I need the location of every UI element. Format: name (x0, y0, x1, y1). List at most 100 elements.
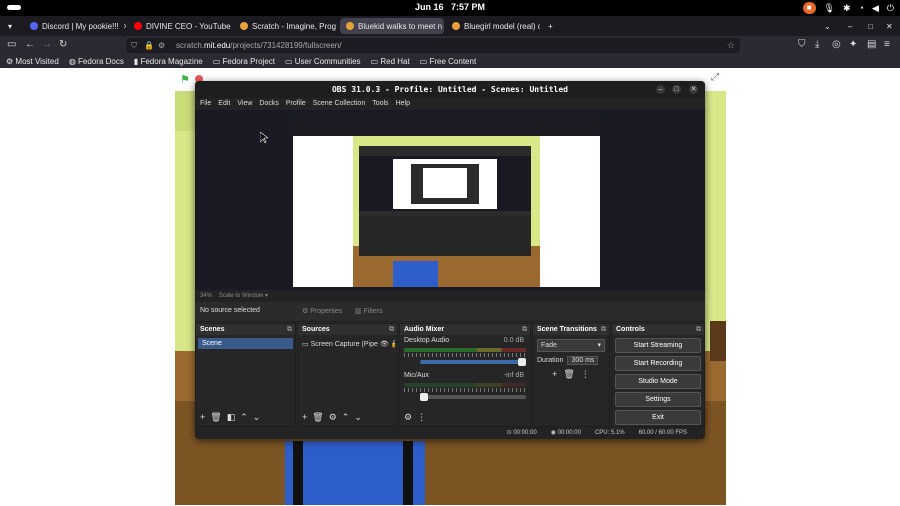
bookmark-most-visited[interactable]: ⚙ Most Visited (6, 55, 59, 68)
mic-aux-knob[interactable] (420, 393, 428, 401)
lock-icon[interactable]: 🔒 (144, 38, 154, 53)
undock-icon[interactable]: ⧉ (601, 324, 606, 335)
cpu-usage: CPU: 5.1% (594, 430, 625, 436)
tracking-protection-icon[interactable]: ⛉ (131, 38, 137, 53)
close-icon[interactable]: ✕ (336, 22, 338, 31)
bookmark-red-hat[interactable]: ▭ Red Hat (371, 55, 410, 68)
tab-bluekid[interactable]: Bluekid walks to meet n✕ (340, 18, 444, 34)
tab-list-button[interactable]: ▾ (2, 18, 20, 34)
tab-discord[interactable]: Discord | My pookie!!!✕ (24, 18, 126, 34)
new-tab-button[interactable]: + (542, 18, 558, 34)
mic-aux-slider[interactable] (420, 393, 526, 401)
studio-mode-button[interactable]: Studio Mode (615, 374, 701, 389)
tab-scratch[interactable]: Scratch - Imagine, Prog✕ (234, 18, 338, 34)
move-up-icon[interactable]: ⌃ (342, 412, 350, 423)
gear-icon[interactable]: ⚙ (329, 412, 337, 423)
duration-input[interactable]: 300 ms (567, 356, 599, 365)
menu-profile[interactable]: Profile (286, 98, 306, 110)
no-source-label: No source selected (200, 307, 260, 314)
close-icon[interactable]: ✕ (442, 22, 444, 31)
power-icon[interactable]: ⏻ (887, 3, 894, 14)
filters-button[interactable]: ▥ Filters (355, 307, 383, 315)
list-all-tabs-button[interactable]: ⌄ (818, 18, 834, 34)
remove-icon[interactable]: 🗑 (563, 369, 574, 380)
add-icon[interactable]: + (552, 369, 557, 380)
tab-bluegirl[interactable]: Bluegirl model (real) on✕ (446, 18, 540, 34)
undock-icon[interactable]: ⧉ (389, 324, 394, 335)
undock-icon[interactable]: ⧉ (287, 324, 292, 335)
extensions-icon[interactable]: ✦ (849, 39, 857, 50)
bookmark-fedora-docs[interactable]: ◍ Fedora Docs (69, 55, 124, 68)
menu-icon[interactable]: ≡ (884, 39, 890, 50)
add-icon[interactable]: + (200, 412, 205, 423)
url-bar[interactable]: ⛉ 🔒 ⚙ scratch.mit.edu/projects/731428199… (126, 38, 740, 53)
exit-fullscreen-icon[interactable]: ⤢ (711, 72, 719, 83)
menu-view[interactable]: View (237, 98, 252, 110)
obs-close-button[interactable]: ✕ (689, 85, 698, 94)
desktop-audio-knob[interactable] (518, 358, 526, 366)
bookmark-fedora-magazine[interactable]: ▮ Fedora Magazine (134, 55, 203, 68)
start-recording-button[interactable]: Start Recording (615, 356, 701, 371)
menu-tools[interactable]: Tools (372, 98, 388, 110)
obs-status-bar: ⊙ 00:00:00 ◉ 00:00:00 CPU: 5.1% 60.00 / … (195, 427, 705, 439)
bookmark-user-communities[interactable]: ▭ User Communities (285, 55, 361, 68)
move-down-icon[interactable]: ⌄ (253, 412, 261, 423)
exit-button[interactable]: Exit (615, 410, 701, 425)
close-window-button[interactable]: ✕ (880, 18, 896, 34)
back-button[interactable]: ← (25, 39, 35, 50)
undock-icon[interactable]: ⧉ (696, 324, 701, 335)
reload-button[interactable]: ↻ (59, 39, 67, 50)
bookmark-fedora-project[interactable]: ▭ Fedora Project (213, 55, 275, 68)
permissions-icon[interactable]: ⚙ (158, 38, 165, 53)
mixer-menu-icon[interactable]: ⋮ (417, 412, 426, 423)
monitor-icon: ▭ (302, 341, 309, 348)
sidebar-icon[interactable]: ▭ (7, 39, 16, 50)
source-item[interactable]: ▭ Screen Capture (Pipe 👁 🔒 (300, 338, 395, 350)
undock-icon[interactable]: ⧉ (522, 324, 527, 335)
obs-maximize-button[interactable]: □ (672, 85, 681, 94)
account-icon[interactable]: ◎ (832, 39, 841, 50)
scale-select[interactable]: Scale to Window (219, 293, 264, 299)
pocket-icon[interactable]: ⛉ (798, 39, 806, 50)
bookmark-star-icon[interactable]: ☆ (727, 38, 735, 53)
advanced-audio-icon[interactable]: ⚙ (404, 412, 412, 423)
menu-help[interactable]: Help (396, 98, 410, 110)
remove-icon[interactable]: 🗑 (210, 412, 221, 423)
youtube-icon (134, 22, 142, 30)
obs-minimize-button[interactable]: – (656, 85, 665, 94)
lock-icon[interactable]: 🔒 (391, 341, 395, 348)
transition-select[interactable]: Fade ▾ (537, 339, 605, 352)
downloads-icon[interactable]: ⤓ (815, 39, 819, 50)
scratch-icon (240, 22, 248, 30)
addon-icon[interactable]: ▤ (867, 39, 876, 50)
screen-recording-indicator[interactable]: ■ (802, 2, 816, 14)
bookmark-free-content[interactable]: ▭ Free Content (420, 55, 476, 68)
settings-button[interactable]: Settings (615, 392, 701, 407)
forward-button[interactable]: → (42, 39, 52, 50)
transition-menu-icon[interactable]: ⋮ (581, 369, 590, 380)
add-icon[interactable]: + (302, 412, 307, 423)
visibility-icon[interactable]: 👁 (380, 341, 389, 348)
start-streaming-button[interactable]: Start Streaming (615, 338, 701, 353)
remove-icon[interactable]: 🗑 (312, 412, 323, 423)
menu-edit[interactable]: Edit (218, 98, 230, 110)
filter-icon[interactable]: ◧ (227, 412, 236, 423)
minimize-button[interactable]: – (842, 18, 858, 34)
scene-item[interactable]: Scene (198, 338, 293, 349)
maximize-button[interactable]: □ (862, 18, 878, 34)
move-up-icon[interactable]: ⌃ (240, 412, 248, 423)
menu-docks[interactable]: Docks (259, 98, 278, 110)
close-icon[interactable]: ✕ (119, 22, 126, 31)
preview-area[interactable] (195, 110, 705, 290)
properties-button[interactable]: ⚙ Properties (302, 307, 342, 315)
menu-scene-collection[interactable]: Scene Collection (313, 98, 366, 110)
close-icon[interactable]: ✕ (231, 22, 232, 31)
clock[interactable]: Jun 16 7:57 PM (0, 2, 900, 12)
tab-youtube[interactable]: DIVINE CEO - YouTube✕ (128, 18, 232, 34)
green-flag-icon[interactable]: ⚑ (180, 73, 190, 86)
desktop-audio-slider[interactable] (420, 358, 526, 366)
sources-title: Sources (302, 326, 330, 333)
menu-file[interactable]: File (200, 98, 211, 110)
move-down-icon[interactable]: ⌄ (354, 412, 362, 423)
zoom-level[interactable]: 34% (200, 293, 212, 299)
